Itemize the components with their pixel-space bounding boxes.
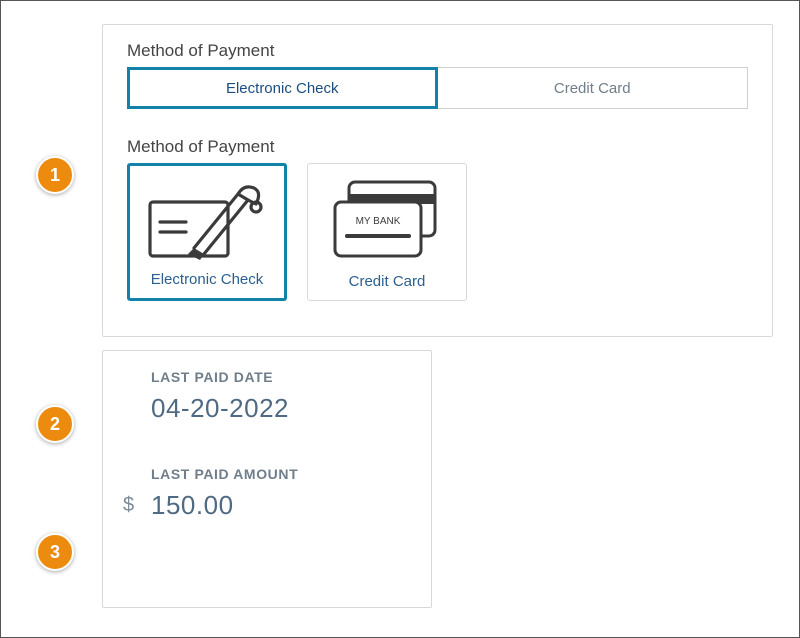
card-credit-card-label: Credit Card [349,273,426,290]
electronic-check-icon [130,166,284,271]
method-of-payment-panel: Method of Payment Electronic Check Credi… [102,24,773,337]
card-credit-card[interactable]: MY BANK Credit Card [307,163,467,301]
segment-credit-card-label: Credit Card [554,80,631,97]
segment-credit-card[interactable]: Credit Card [438,67,749,109]
last-paid-amount-block: LAST PAID AMOUNT $ 150.00 [125,466,409,521]
card-electronic-check[interactable]: Electronic Check [127,163,287,301]
method-heading-2: Method of Payment [127,137,748,157]
last-paid-panel: LAST PAID DATE 04-20-2022 LAST PAID AMOU… [102,350,432,608]
bank-text: MY BANK [356,216,401,227]
step-badge-3: 3 [36,533,74,571]
segment-electronic-check[interactable]: Electronic Check [127,67,438,109]
last-paid-date-label: LAST PAID DATE [151,369,409,385]
screenshot-canvas: 1 2 3 Method of Payment Electronic Check… [0,0,800,638]
credit-card-icon: MY BANK [308,164,466,273]
segment-electronic-check-label: Electronic Check [226,80,339,97]
last-paid-date-block: LAST PAID DATE 04-20-2022 [125,369,409,424]
last-paid-date-value: 04-20-2022 [151,393,409,424]
card-electronic-check-label: Electronic Check [151,271,264,288]
step-badge-2-number: 2 [50,414,60,435]
step-badge-3-number: 3 [50,542,60,563]
last-paid-amount-value: 150.00 [151,490,409,521]
method-heading-1: Method of Payment [127,41,748,61]
payment-method-segmented-control: Electronic Check Credit Card [127,67,748,109]
currency-symbol: $ [123,494,134,517]
step-badge-2: 2 [36,405,74,443]
step-badge-1-number: 1 [50,165,60,186]
step-badge-1: 1 [36,156,74,194]
payment-method-card-row: Electronic Check MY BANK [127,163,748,301]
last-paid-amount-label: LAST PAID AMOUNT [151,466,409,482]
